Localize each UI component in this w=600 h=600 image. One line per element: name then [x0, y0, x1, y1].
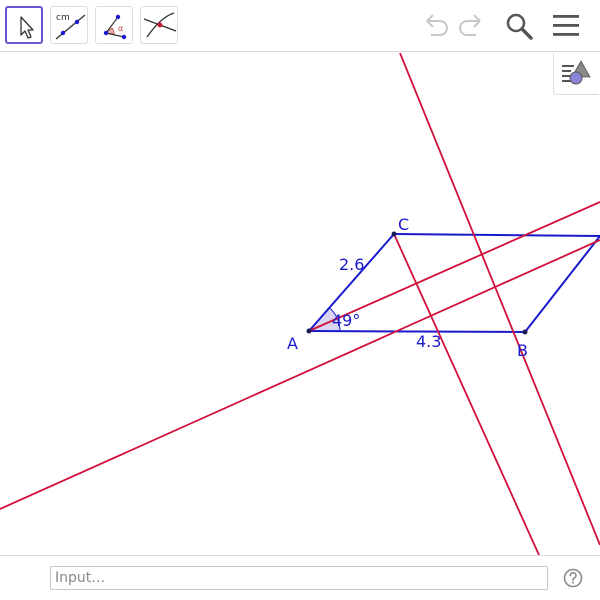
segment-b-side[interactable] [524, 235, 600, 333]
help-button[interactable] [563, 568, 583, 588]
point-a-label: A [287, 334, 298, 353]
redo-button[interactable] [456, 10, 486, 40]
redo-icon [459, 14, 481, 36]
angle-tool-button[interactable]: α [95, 6, 133, 44]
toolbar: cm α [0, 0, 600, 52]
segment-ab-length-label: 4.3 [416, 332, 441, 351]
algebra-input-field[interactable] [50, 566, 548, 590]
line-long-diagonal[interactable] [0, 239, 600, 510]
intersect-tool-button[interactable] [140, 6, 178, 44]
point-b-label: B [517, 341, 528, 360]
angle-icon: α [103, 14, 127, 40]
move-arrow-icon [20, 16, 34, 39]
segment-length-tool-button[interactable]: cm [50, 6, 88, 44]
segment-c-top[interactable] [393, 233, 600, 237]
help-icon [563, 568, 583, 588]
style-bar-toggle-button[interactable] [553, 53, 599, 95]
point-c-label: C [398, 215, 409, 234]
search-button[interactable] [503, 10, 535, 42]
point-c[interactable] [391, 231, 397, 237]
line-through-c[interactable] [393, 233, 540, 555]
cm-label: cm [56, 13, 70, 23]
graphics-view[interactable]: A B C 2.6 4.3 49° [0, 53, 600, 555]
style-bar-toggle-icon [562, 60, 591, 85]
undo-icon [426, 14, 448, 36]
segment-ac-length-label: 2.6 [339, 255, 364, 274]
line-perpendicular-b[interactable] [399, 53, 600, 546]
move-tool-button[interactable] [5, 6, 43, 44]
hamburger-menu-icon [553, 15, 579, 36]
point-a[interactable] [306, 328, 312, 334]
input-bar [0, 555, 600, 600]
undo-button[interactable] [421, 10, 451, 40]
angle-a-label: 49° [332, 311, 360, 330]
point-b[interactable] [522, 329, 528, 335]
alpha-label: α [118, 24, 123, 33]
intersect-icon [143, 12, 177, 38]
graphics-canvas[interactable]: A B C 2.6 4.3 49° [0, 53, 600, 555]
segment-length-icon: cm [55, 13, 86, 40]
main-menu-button[interactable] [551, 10, 581, 40]
search-icon [506, 13, 533, 40]
